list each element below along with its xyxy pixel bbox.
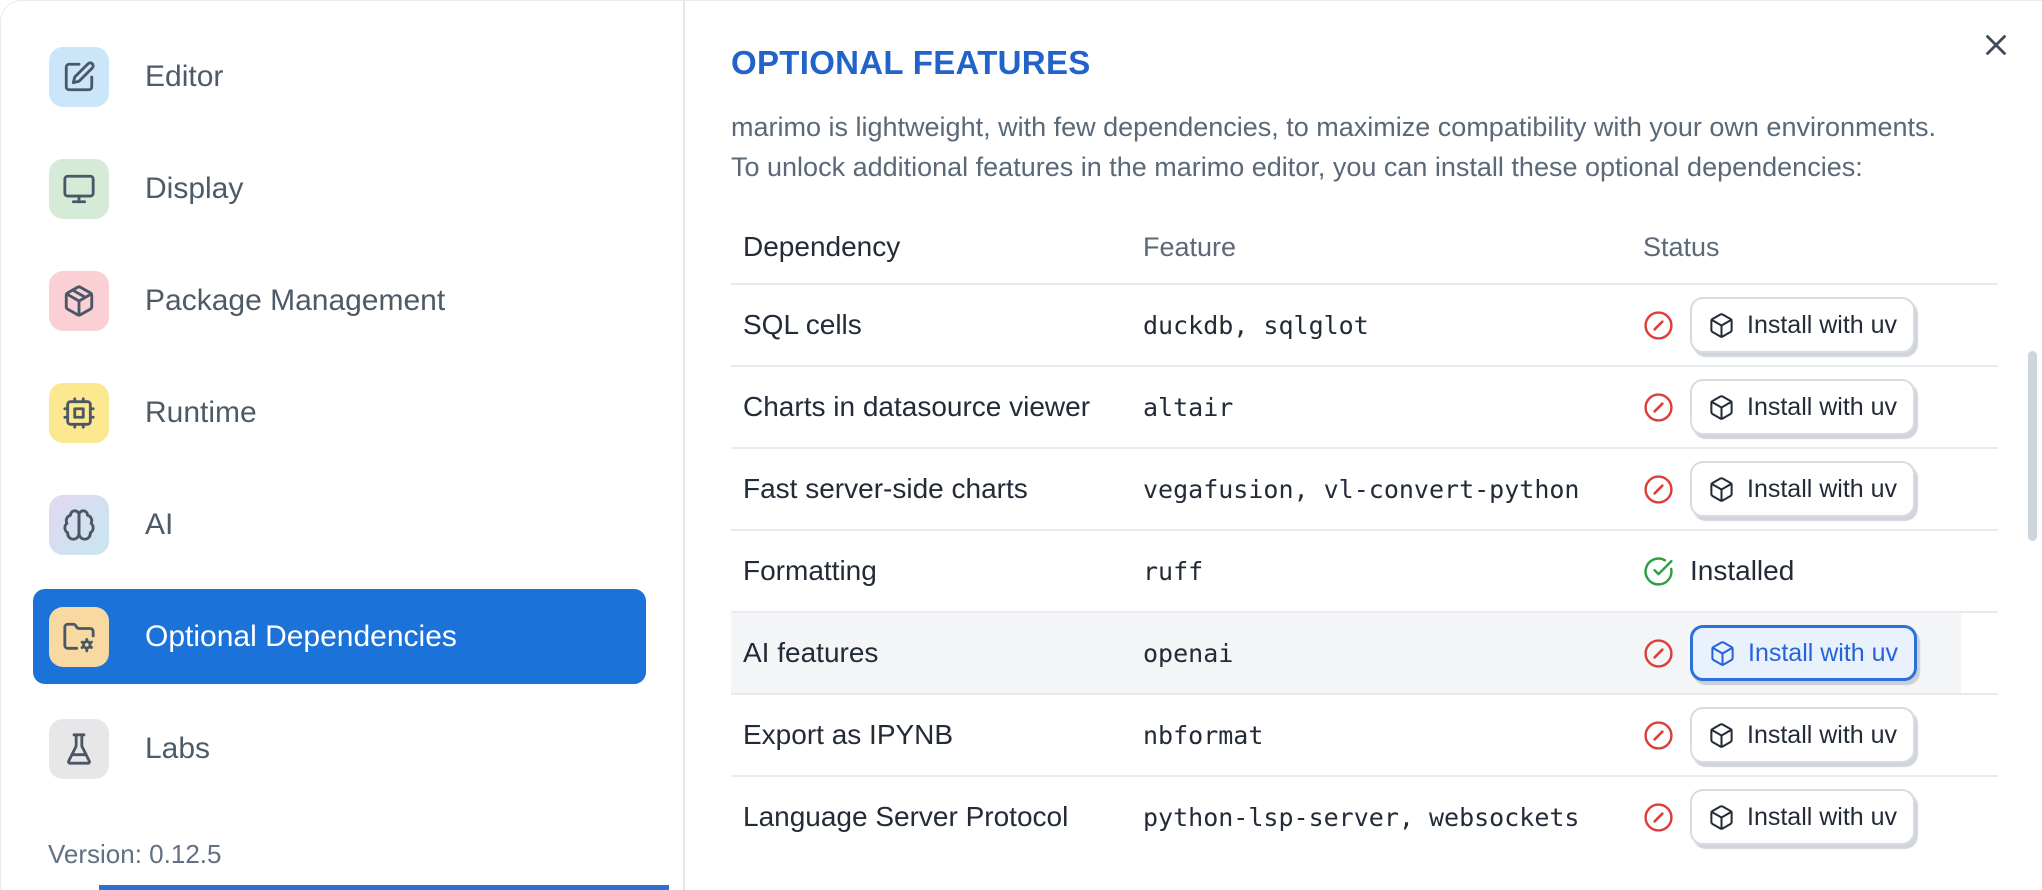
dependency-name: Language Server Protocol	[743, 801, 1069, 832]
install-with-uv-button[interactable]: Install with uv	[1690, 789, 1916, 845]
sidebar-item-label: Runtime	[145, 395, 257, 429]
install-with-uv-button[interactable]: Install with uv	[1690, 379, 1916, 435]
feature-packages: vegafusion, vl-convert-python	[1143, 474, 1580, 504]
install-with-uv-button[interactable]: Install with uv	[1690, 461, 1916, 517]
table-row: SQL cells duckdb, sqlglot Install with u…	[731, 283, 1998, 365]
status-cell: Install with uv Installed	[1643, 297, 1998, 353]
description-line: marimo is lightweight, with few dependen…	[731, 112, 1937, 142]
dependency-name: SQL cells	[743, 309, 862, 340]
sidebar-item-ai[interactable]: AI	[33, 477, 646, 572]
sidebar-item-runtime[interactable]: Runtime	[33, 365, 646, 460]
status-cell: Install with uv Installed	[1643, 555, 1998, 587]
package-box-icon	[1708, 394, 1735, 421]
sidebar-item-label: Optional Dependencies	[145, 619, 457, 653]
feature-packages: python-lsp-server, websockets	[1143, 802, 1580, 832]
scrollbar-thumb[interactable]	[2028, 351, 2037, 541]
installed-label: Installed	[1690, 555, 1795, 586]
table-row: Charts in datasource viewer altair Insta…	[731, 365, 1998, 447]
package-box-icon	[1708, 804, 1735, 831]
column-header-dependency: Dependency	[743, 231, 901, 262]
install-button-label: Install with uv	[1747, 720, 1898, 749]
package-box-icon	[1708, 476, 1735, 503]
monitor-icon	[49, 158, 109, 219]
install-button-label: Install with uv	[1748, 638, 1899, 667]
sidebar-item-label: Display	[145, 171, 244, 205]
feature-packages: openai	[1143, 638, 1234, 668]
dependency-name: Charts in datasource viewer	[743, 391, 1091, 422]
dependency-name: Export as IPYNB	[743, 719, 954, 750]
table-header: Dependency Feature Status	[731, 211, 1998, 283]
install-button-label: Install with uv	[1747, 392, 1898, 421]
sidebar-item-display[interactable]: Display	[33, 141, 646, 236]
app-footer-strip	[99, 885, 669, 890]
sidebar-item-editor[interactable]: Editor	[33, 29, 646, 124]
status-cell: Install with uv Installed	[1643, 379, 1998, 435]
sidebar-item-label: Package Management	[145, 283, 446, 317]
circle-x-icon	[1643, 638, 1674, 669]
install-with-uv-button[interactable]: Install with uv	[1690, 707, 1916, 763]
package-icon	[49, 270, 109, 331]
sidebar-item-labs[interactable]: Labs	[33, 701, 646, 796]
feature-packages: nbformat	[1143, 720, 1264, 750]
circle-x-icon	[1643, 720, 1674, 751]
circle-check-icon	[1643, 556, 1674, 587]
install-button-label: Install with uv	[1747, 802, 1898, 831]
brain-icon	[49, 494, 109, 555]
sidebar-item-package-management[interactable]: Package Management	[33, 253, 646, 348]
status-cell: Install with uv Installed	[1643, 625, 1998, 681]
page-title: OPTIONAL FEATURES	[731, 44, 1091, 81]
install-button-label: Install with uv	[1747, 474, 1898, 503]
settings-nav: Editor Display Package Management Runtim…	[1, 1, 683, 796]
package-box-icon	[1709, 640, 1736, 667]
description: marimo is lightweight, with few dependen…	[731, 107, 1998, 187]
column-header-status: Status	[1643, 231, 1720, 262]
package-box-icon	[1708, 722, 1735, 749]
install-button-label: Install with uv	[1747, 310, 1898, 339]
sidebar-item-label: Labs	[145, 731, 211, 765]
install-with-uv-button[interactable]: Install with uv	[1690, 625, 1918, 681]
table-row: Fast server-side charts vegafusion, vl-c…	[731, 447, 1998, 529]
table-row: Language Server Protocol python-lsp-serv…	[731, 775, 1998, 857]
install-with-uv-button[interactable]: Install with uv	[1690, 297, 1916, 353]
package-box-icon	[1708, 312, 1735, 339]
dependency-name: AI features	[743, 637, 879, 668]
sidebar-item-label: Editor	[145, 59, 224, 93]
settings-dialog: Editor Display Package Management Runtim…	[0, 0, 2042, 890]
dependency-name: Fast server-side charts	[743, 473, 1028, 504]
settings-sidebar: Editor Display Package Management Runtim…	[1, 1, 685, 890]
table-body: SQL cells duckdb, sqlglot Install with u…	[731, 283, 1998, 857]
optional-features-panel: OPTIONAL FEATURES marimo is lightweight,…	[687, 1, 2042, 890]
circle-x-icon	[1643, 474, 1674, 505]
close-icon[interactable]	[1976, 25, 2016, 65]
table-row: AI features openai Install with uv Insta…	[731, 611, 1998, 693]
folder-cog-icon	[49, 606, 109, 667]
cpu-icon	[49, 382, 109, 443]
dependency-name: Formatting	[743, 555, 877, 586]
table-row: Formatting ruff Install with uv Installe…	[731, 529, 1998, 611]
status-cell: Install with uv Installed	[1643, 461, 1998, 517]
circle-x-icon	[1643, 802, 1674, 833]
feature-packages: ruff	[1143, 556, 1204, 586]
dependencies-table: Dependency Feature Status SQL cells duck…	[731, 211, 1998, 857]
version-label: Version: 0.12.5	[48, 839, 222, 869]
sidebar-item-label: AI	[145, 507, 174, 541]
feature-packages: duckdb, sqlglot	[1143, 310, 1369, 340]
edit-icon	[49, 46, 109, 107]
circle-x-icon	[1643, 392, 1674, 423]
flask-icon	[49, 718, 109, 779]
circle-x-icon	[1643, 310, 1674, 341]
column-header-feature: Feature	[1143, 231, 1237, 262]
status-cell: Install with uv Installed	[1643, 707, 1998, 763]
description-line: To unlock additional features in the mar…	[731, 152, 1863, 182]
status-cell: Install with uv Installed	[1643, 789, 1998, 845]
table-row: Export as IPYNB nbformat Install with uv…	[731, 693, 1998, 775]
feature-packages: altair	[1143, 392, 1234, 422]
sidebar-item-optional-dependencies[interactable]: Optional Dependencies	[33, 589, 646, 684]
